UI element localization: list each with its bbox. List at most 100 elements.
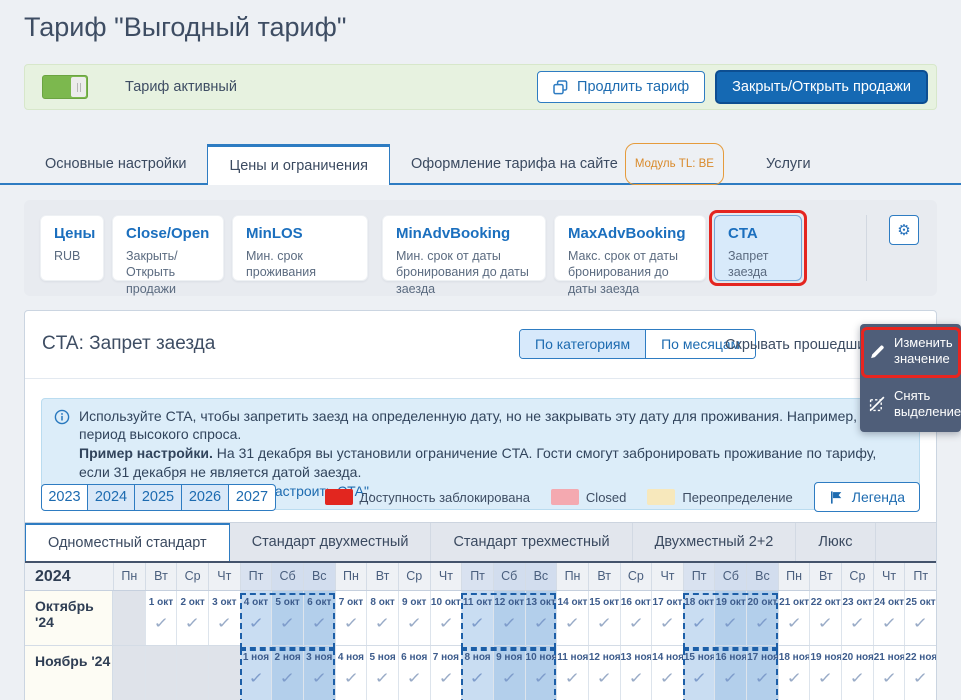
calendar-day-cell[interactable]: 11 ноя ✓ [556,646,588,700]
calendar-day-cell[interactable]: 14 окт ✓ [556,591,588,645]
weekday-header-cell[interactable]: Вс [746,563,778,590]
room-tab-4[interactable]: Люкс [796,523,876,561]
restriction-card-3[interactable]: MinAdvBooking Мин. срок от даты бронирова… [382,215,546,296]
weekday-header-cell[interactable]: Вт [587,563,620,590]
tariff-active-toggle[interactable] [42,75,88,99]
calendar-day-cell[interactable]: 23 окт ✓ [841,591,873,645]
year-button-2025[interactable]: 2025 [135,483,182,511]
calendar-day-cell[interactable]: 9 ноя ✓ [492,646,525,700]
calendar-day-cell[interactable]: 4 окт ✓ [239,591,272,645]
weekday-header-cell[interactable]: Чт [872,563,905,590]
year-button-2023[interactable]: 2023 [41,483,88,511]
context-menu-item-1[interactable]: Снять выделение [860,382,961,427]
calendar-day-cell[interactable]: 1 ноя ✓ [239,646,272,700]
legend-button[interactable]: Легенда [813,482,920,512]
settings-gear-button[interactable]: ⚙ [889,215,919,245]
calendar-day-cell[interactable]: 13 окт ✓ [524,591,557,645]
calendar-day-cell[interactable]: 2 окт ✓ [176,591,208,645]
context-menu-item-0[interactable]: Изменить значение [860,327,961,377]
restriction-card-1[interactable]: Close/Open Закрыть/Открыть продажи [112,215,224,296]
room-tab-2[interactable]: Стандарт трехместный [431,523,633,561]
weekday-header-cell[interactable]: Пт [461,563,493,590]
calendar-day-cell[interactable]: 24 окт ✓ [872,591,905,645]
weekday-header-cell[interactable]: Ср [176,563,208,590]
weekday-header-cell[interactable]: Пн [334,563,367,590]
calendar-day-cell[interactable]: 25 окт ✓ [904,591,937,645]
weekday-header-cell[interactable]: Вс [524,563,557,590]
weekday-header-cell[interactable]: Ср [841,563,873,590]
nav-tab-0[interactable]: Основные настройки [24,145,207,183]
calendar-day-cell[interactable] [144,646,177,700]
extend-tariff-button[interactable]: Продлить тариф [537,71,706,103]
weekday-header-cell[interactable]: Ср [619,563,652,590]
calendar-day-cell[interactable]: 6 окт ✓ [302,591,335,645]
calendar-day-cell[interactable]: 13 ноя ✓ [619,646,652,700]
restriction-card-4[interactable]: MaxAdvBooking Макс. срок от даты брониров… [554,215,706,296]
calendar-day-cell[interactable]: 6 ноя ✓ [397,646,430,700]
calendar-day-cell[interactable]: 1 окт ✓ [144,591,177,645]
restriction-card-2[interactable]: MinLOS Мин. срок проживания [232,215,368,281]
calendar-day-cell[interactable]: 8 ноя ✓ [461,646,493,700]
calendar-day-cell[interactable]: 17 ноя ✓ [746,646,778,700]
year-button-2026[interactable]: 2026 [182,483,229,511]
calendar-day-cell[interactable]: 5 окт ✓ [271,591,303,645]
weekday-header-cell[interactable]: Чт [651,563,683,590]
weekday-header-cell[interactable]: Пн [556,563,588,590]
calendar-day-cell[interactable]: 19 ноя ✓ [809,646,842,700]
calendar-day-cell[interactable]: 9 окт ✓ [397,591,430,645]
calendar-day-cell[interactable]: 16 ноя ✓ [714,646,747,700]
room-tab-0[interactable]: Одноместный стандарт [25,523,230,561]
weekday-header-cell[interactable]: Сб [271,563,303,590]
restriction-card-5[interactable]: CTA Запрет заезда [709,210,807,286]
calendar-day-cell[interactable]: 5 ноя ✓ [366,646,398,700]
calendar-day-cell[interactable] [176,646,208,700]
calendar-day-cell[interactable]: 15 ноя ✓ [682,646,715,700]
weekday-header-cell[interactable]: Вт [366,563,398,590]
weekday-header-cell[interactable]: Пн [113,563,145,590]
calendar-day-cell[interactable]: 12 окт ✓ [492,591,525,645]
calendar-day-cell[interactable]: 16 окт ✓ [619,591,652,645]
year-button-2027[interactable]: 2027 [229,483,276,511]
calendar-day-cell[interactable]: 12 ноя ✓ [587,646,620,700]
calendar-day-cell[interactable]: 10 ноя ✓ [524,646,557,700]
weekday-header-cell[interactable]: Сб [714,563,747,590]
calendar-day-cell[interactable]: 22 окт ✓ [809,591,842,645]
calendar-day-cell[interactable]: 20 ноя ✓ [841,646,873,700]
weekday-header-cell[interactable]: Чт [207,563,240,590]
view-mode-0[interactable]: По категориям [520,330,646,358]
weekday-header-cell[interactable]: Вт [144,563,177,590]
calendar-day-cell[interactable]: 7 ноя ✓ [429,646,462,700]
nav-tab-2[interactable]: Оформление тарифа на сайте Модуль TL: BE [390,143,745,185]
calendar-day-cell[interactable]: 18 окт ✓ [682,591,715,645]
calendar-day-cell[interactable]: 7 окт ✓ [334,591,367,645]
nav-tab-3[interactable]: Услуги [745,145,832,183]
weekday-header-cell[interactable]: Пт [239,563,272,590]
weekday-header-cell[interactable]: Чт [429,563,462,590]
weekday-header-cell[interactable]: Сб [492,563,525,590]
calendar-day-cell[interactable]: 3 окт ✓ [207,591,240,645]
calendar-day-cell[interactable]: 22 ноя ✓ [904,646,937,700]
weekday-header-cell[interactable]: Пт [904,563,936,590]
restriction-card-0[interactable]: Цены RUB [40,215,104,281]
weekday-header-cell[interactable]: Пн [777,563,810,590]
calendar-day-cell[interactable]: 17 окт ✓ [651,591,683,645]
calendar-day-cell[interactable]: 20 окт ✓ [746,591,778,645]
calendar-day-cell[interactable]: 21 окт ✓ [777,591,810,645]
calendar-day-cell[interactable] [113,591,145,645]
calendar-day-cell[interactable]: 21 ноя ✓ [872,646,905,700]
year-button-2024[interactable]: 2024 [88,483,135,511]
nav-tab-1[interactable]: Цены и ограничения [207,144,391,185]
calendar-day-cell[interactable]: 4 ноя ✓ [334,646,367,700]
calendar-day-cell[interactable]: 8 окт ✓ [366,591,398,645]
calendar-day-cell[interactable]: 18 ноя ✓ [777,646,810,700]
room-tab-1[interactable]: Стандарт двухместный [230,523,432,561]
weekday-header-cell[interactable]: Ср [397,563,430,590]
calendar-day-cell[interactable]: 10 окт ✓ [429,591,462,645]
weekday-header-cell[interactable]: Вс [302,563,335,590]
calendar-day-cell[interactable]: 3 ноя ✓ [302,646,335,700]
calendar-day-cell[interactable] [113,646,145,700]
weekday-header-cell[interactable]: Вт [809,563,841,590]
calendar-day-cell[interactable]: 11 окт ✓ [461,591,493,645]
close-open-sales-button[interactable]: Закрыть/Открыть продажи [715,70,928,104]
calendar-day-cell[interactable] [207,646,240,700]
